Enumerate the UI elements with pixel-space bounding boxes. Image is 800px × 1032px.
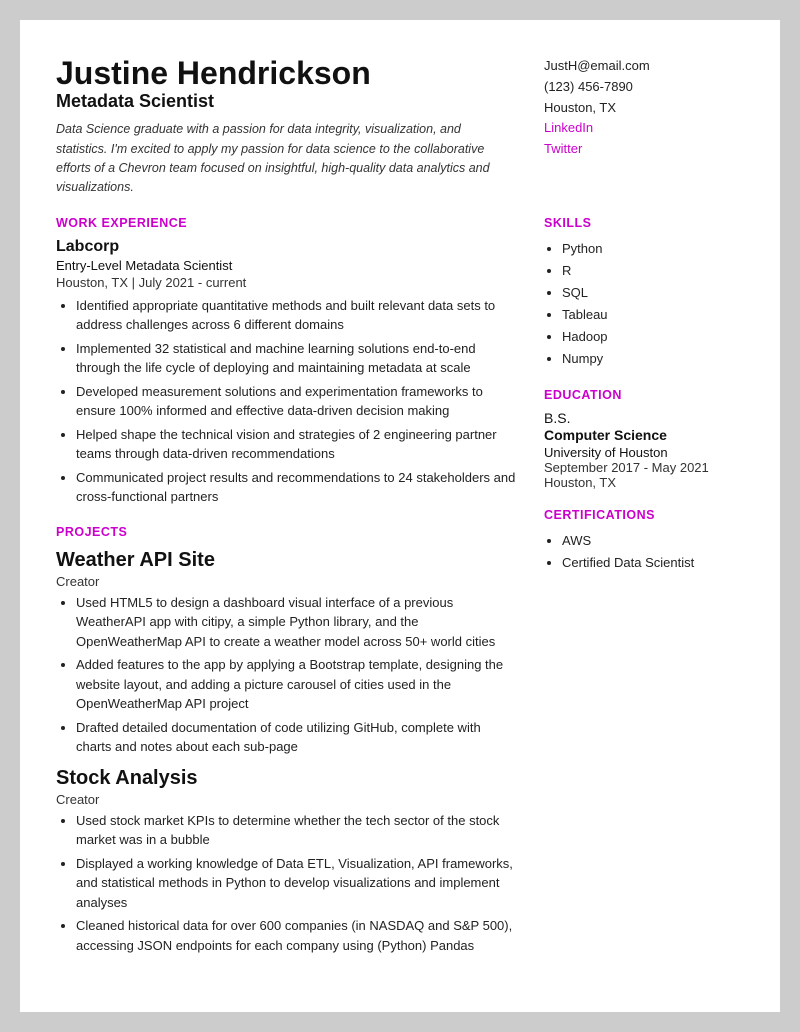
job-bullets: Identified appropriate quantitative meth… [56,296,516,507]
project-bullet: Used stock market KPIs to determine whet… [76,811,516,850]
education-block: B.S. Computer Science University of Hous… [544,410,744,490]
job-bullet: Identified appropriate quantitative meth… [76,296,516,335]
edu-degree: B.S. [544,410,744,426]
project-bullet: Cleaned historical data for over 600 com… [76,916,516,955]
project-bullets: Used HTML5 to design a dashboard visual … [56,593,516,757]
certifications-list: AWS Certified Data Scientist [544,530,744,574]
edu-location: Houston, TX [544,475,744,490]
candidate-name: Justine Hendrickson [56,56,514,91]
work-experience-heading: WORK EXPERIENCE [56,216,516,230]
job-bullet: Helped shape the technical vision and st… [76,425,516,464]
certifications-heading: CERTIFICATIONS [544,508,744,522]
top-section: Justine Hendrickson Metadata Scientist D… [56,56,744,198]
project-name-2: Stock Analysis [56,767,516,790]
company-name: Labcorp [56,238,516,256]
job-title: Entry-Level Metadata Scientist [56,258,516,273]
top-left: Justine Hendrickson Metadata Scientist D… [56,56,544,198]
project-role-2: Creator [56,792,516,807]
project-bullet: Drafted detailed documentation of code u… [76,718,516,757]
resume-page: Justine Hendrickson Metadata Scientist D… [20,20,780,1012]
contact-email: JustH@email.com [544,56,744,77]
skills-heading: SKILLS [544,216,744,230]
skill-item: R [562,260,744,282]
job-bullet: Developed measurement solutions and expe… [76,382,516,421]
job-location-date: Houston, TX | July 2021 - current [56,275,516,290]
linkedin-link[interactable]: LinkedIn [544,118,744,139]
edu-school: University of Houston [544,445,744,460]
project-stock-analysis: Stock Analysis Creator Used stock market… [56,767,516,956]
project-role: Creator [56,574,516,589]
contact-info: JustH@email.com (123) 456-7890 Houston, … [544,56,744,160]
project-bullet: Added features to the app by applying a … [76,655,516,714]
main-body: WORK EXPERIENCE Labcorp Entry-Level Meta… [56,216,744,964]
projects-heading: PROJECTS [56,525,516,539]
cert-item: AWS [562,530,744,552]
skill-item: Numpy [562,348,744,370]
contact-phone: (123) 456-7890 [544,77,744,98]
candidate-title: Metadata Scientist [56,91,514,112]
skill-item: Python [562,238,744,260]
job-bullet: Implemented 32 statistical and machine l… [76,339,516,378]
edu-dates: September 2017 - May 2021 [544,460,744,475]
project-name: Weather API Site [56,549,516,572]
edu-major: Computer Science [544,427,744,443]
skill-item: SQL [562,282,744,304]
right-column: SKILLS Python R SQL Tableau Hadoop Numpy… [544,216,744,964]
education-heading: EDUCATION [544,388,744,402]
contact-location: Houston, TX [544,98,744,119]
left-column: WORK EXPERIENCE Labcorp Entry-Level Meta… [56,216,544,964]
cert-item: Certified Data Scientist [562,552,744,574]
skills-list: Python R SQL Tableau Hadoop Numpy [544,238,744,371]
project-bullet: Used HTML5 to design a dashboard visual … [76,593,516,652]
candidate-summary: Data Science graduate with a passion for… [56,120,514,198]
project-bullet: Displayed a working knowledge of Data ET… [76,854,516,913]
skill-item: Hadoop [562,326,744,348]
twitter-link[interactable]: Twitter [544,139,744,160]
skill-item: Tableau [562,304,744,326]
job-bullet: Communicated project results and recomme… [76,468,516,507]
project-weather-api: Weather API Site Creator Used HTML5 to d… [56,549,516,757]
project-bullets-2: Used stock market KPIs to determine whet… [56,811,516,956]
work-experience-labcorp: Labcorp Entry-Level Metadata Scientist H… [56,238,516,507]
